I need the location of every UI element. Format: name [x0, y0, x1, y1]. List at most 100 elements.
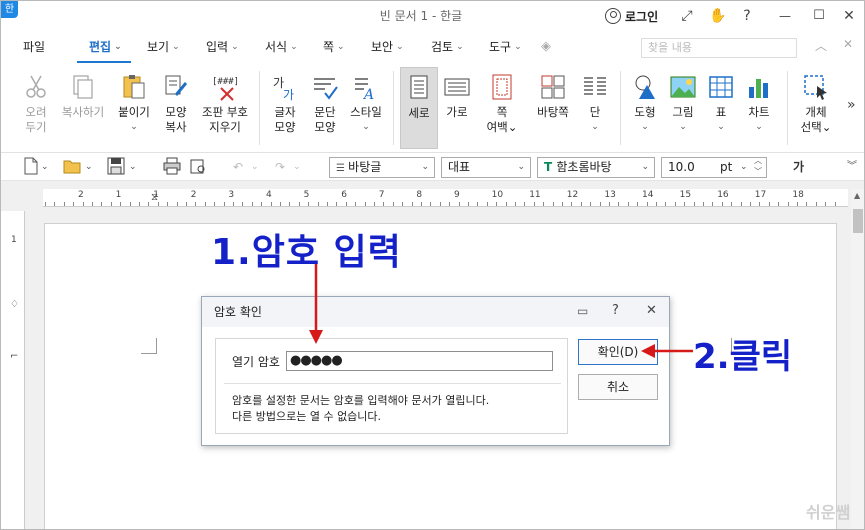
format-painter-button[interactable]: 모양 복사: [155, 67, 197, 149]
ruler-tick: [515, 202, 516, 206]
vertical-ruler[interactable]: 1 ♢ ⌐: [7, 211, 25, 529]
style-button[interactable]: A 스타일 ⌄: [345, 67, 387, 149]
minimize-button[interactable]: —: [771, 1, 799, 31]
ruler-tick: [186, 202, 187, 206]
ribbon-divider: [620, 71, 621, 145]
comment-icon[interactable]: ▭: [577, 304, 588, 318]
chevron-down-icon[interactable]: ⌄: [129, 157, 137, 177]
help-icon[interactable]: ?: [612, 303, 619, 318]
print-preview-icon[interactable]: [189, 157, 207, 177]
picture-button[interactable]: 그림 ⌄: [665, 67, 701, 149]
ruler-tick: [656, 202, 657, 206]
language-select[interactable]: 대표 ⌄: [441, 157, 531, 178]
menu-tools[interactable]: 도구 ⌄: [489, 31, 522, 63]
toolbar-more-icon[interactable]: ︾: [847, 157, 857, 177]
new-document-icon[interactable]: [23, 157, 39, 177]
vertical-scrollbar[interactable]: ▲: [851, 189, 864, 529]
ruler-tick: [468, 202, 469, 206]
menu-file[interactable]: 파일: [23, 31, 45, 63]
redo-icon[interactable]: ↷: [275, 157, 285, 177]
chevron-down-icon[interactable]: ⌄: [293, 157, 301, 177]
ruler-tick: [674, 202, 676, 206]
ruler-tick: [280, 202, 281, 206]
save-icon[interactable]: [107, 157, 125, 177]
open-folder-icon[interactable]: [63, 157, 81, 177]
menu-format[interactable]: 서식 ⌄: [265, 31, 298, 63]
font-size-input[interactable]: 10.0 pt ⌄ ︿ ﹀: [661, 155, 767, 178]
horizontal-ruler[interactable]: 2 1 1 2 3 4 5 6 7 8 9 10 11 12 13 14 15 16 17 18 ⧖: [43, 189, 848, 207]
ruler-tick: [336, 202, 338, 206]
user-icon: [605, 8, 621, 24]
landscape-button[interactable]: 가로: [439, 67, 475, 149]
touch-mode-icon[interactable]: ✋: [704, 1, 732, 31]
addon-icon[interactable]: ◈: [541, 39, 557, 55]
landscape-page-icon: [443, 73, 471, 101]
scroll-thumb[interactable]: [853, 209, 863, 233]
ruler-tick: [590, 202, 592, 206]
clipboard-icon: [120, 73, 148, 101]
copy-button[interactable]: 복사하기: [59, 67, 107, 149]
help-icon[interactable]: ?: [733, 1, 761, 31]
portrait-button[interactable]: 세로: [400, 67, 438, 149]
ruler-number: 5: [303, 190, 310, 200]
indent-marker-icon[interactable]: ♢: [10, 299, 19, 310]
ruler-number: 2: [190, 190, 197, 200]
char-shape-button[interactable]: 가가 글자 모양: [265, 67, 305, 149]
menu-review[interactable]: 검토 ⌄: [431, 31, 464, 63]
paragraph-shape-button[interactable]: 문단 모양: [305, 67, 345, 149]
select-object-button[interactable]: 개체 선택⌄: [793, 67, 839, 149]
ruler-tick: [214, 202, 216, 206]
shape-button[interactable]: 도형 ⌄: [625, 67, 665, 149]
ruler-number: 17: [754, 190, 767, 200]
menu-security[interactable]: 보안 ⌄: [371, 31, 404, 63]
spinner-icon[interactable]: ︿ ﹀: [754, 155, 762, 177]
cut-button[interactable]: 오려 두기: [15, 67, 57, 149]
paste-button[interactable]: 붙이기 ⌄: [113, 67, 155, 149]
chevron-down-icon[interactable]: ⌄: [41, 157, 49, 177]
chevron-down-icon: ⌄: [514, 42, 522, 52]
char-format-button[interactable]: 가: [793, 157, 804, 177]
master-page-button[interactable]: 바탕쪽: [531, 67, 575, 149]
menu-insert[interactable]: 입력 ⌄: [206, 31, 239, 63]
login-button[interactable]: 로그인: [605, 7, 658, 25]
ruler-tick: [374, 202, 375, 206]
print-icon[interactable]: [163, 157, 181, 177]
chevron-down-icon: ⌄: [591, 122, 599, 132]
ribbon-more-icon[interactable]: »: [847, 97, 856, 113]
menu-edit[interactable]: 편집 ⌄: [89, 31, 122, 63]
style-list-icon: ☰: [336, 163, 349, 174]
search-input[interactable]: 찾을 내용: [641, 38, 797, 58]
table-button[interactable]: 표 ⌄: [703, 67, 739, 149]
undo-icon[interactable]: ↶: [233, 157, 243, 177]
style-select[interactable]: ☰ 바탕글 ⌄: [329, 157, 435, 178]
chevron-down-icon: ⌄: [755, 122, 763, 132]
ruler-number: 10: [491, 190, 504, 200]
close-search-icon[interactable]: ✕: [843, 37, 853, 51]
columns-button[interactable]: 단 ⌄: [577, 67, 613, 149]
chart-button[interactable]: 차트 ⌄: [741, 67, 777, 149]
password-input[interactable]: ●●●●●: [286, 351, 553, 371]
collapse-ribbon-icon[interactable]: ︿: [815, 37, 827, 54]
chevron-down-icon[interactable]: ⌄: [251, 157, 259, 177]
ruler-tick: [54, 202, 56, 206]
indent-marker-icon[interactable]: ⧖: [151, 189, 158, 207]
fullscreen-icon[interactable]: ⤢: [673, 1, 701, 31]
close-button[interactable]: ✕: [835, 1, 863, 31]
menu-page[interactable]: 쪽 ⌄: [323, 31, 345, 63]
menu-view[interactable]: 보기 ⌄: [147, 31, 180, 63]
close-icon[interactable]: ✕: [646, 303, 657, 318]
chevron-down-icon[interactable]: ⌄: [85, 157, 93, 177]
maximize-button[interactable]: ☐: [805, 1, 833, 31]
scroll-up-icon[interactable]: ▲: [854, 191, 860, 200]
ruler-tick: [543, 202, 545, 206]
margin-marker-icon[interactable]: ⌐: [10, 351, 18, 362]
font-select[interactable]: T 함초롬바탕 ⌄: [537, 157, 655, 178]
clear-marks-button[interactable]: [###] 조판 부호 지우기: [197, 67, 253, 149]
page-margin-button[interactable]: 쪽 여백⌄: [479, 67, 525, 149]
ribbon-label: 그림: [672, 105, 694, 119]
ruler-tick: [740, 202, 742, 206]
ruler-tick: [721, 202, 723, 206]
ribbon-label: 세로: [408, 106, 430, 120]
cancel-button[interactable]: 취소: [578, 374, 658, 400]
ribbon-label: 바탕쪽: [537, 105, 569, 119]
